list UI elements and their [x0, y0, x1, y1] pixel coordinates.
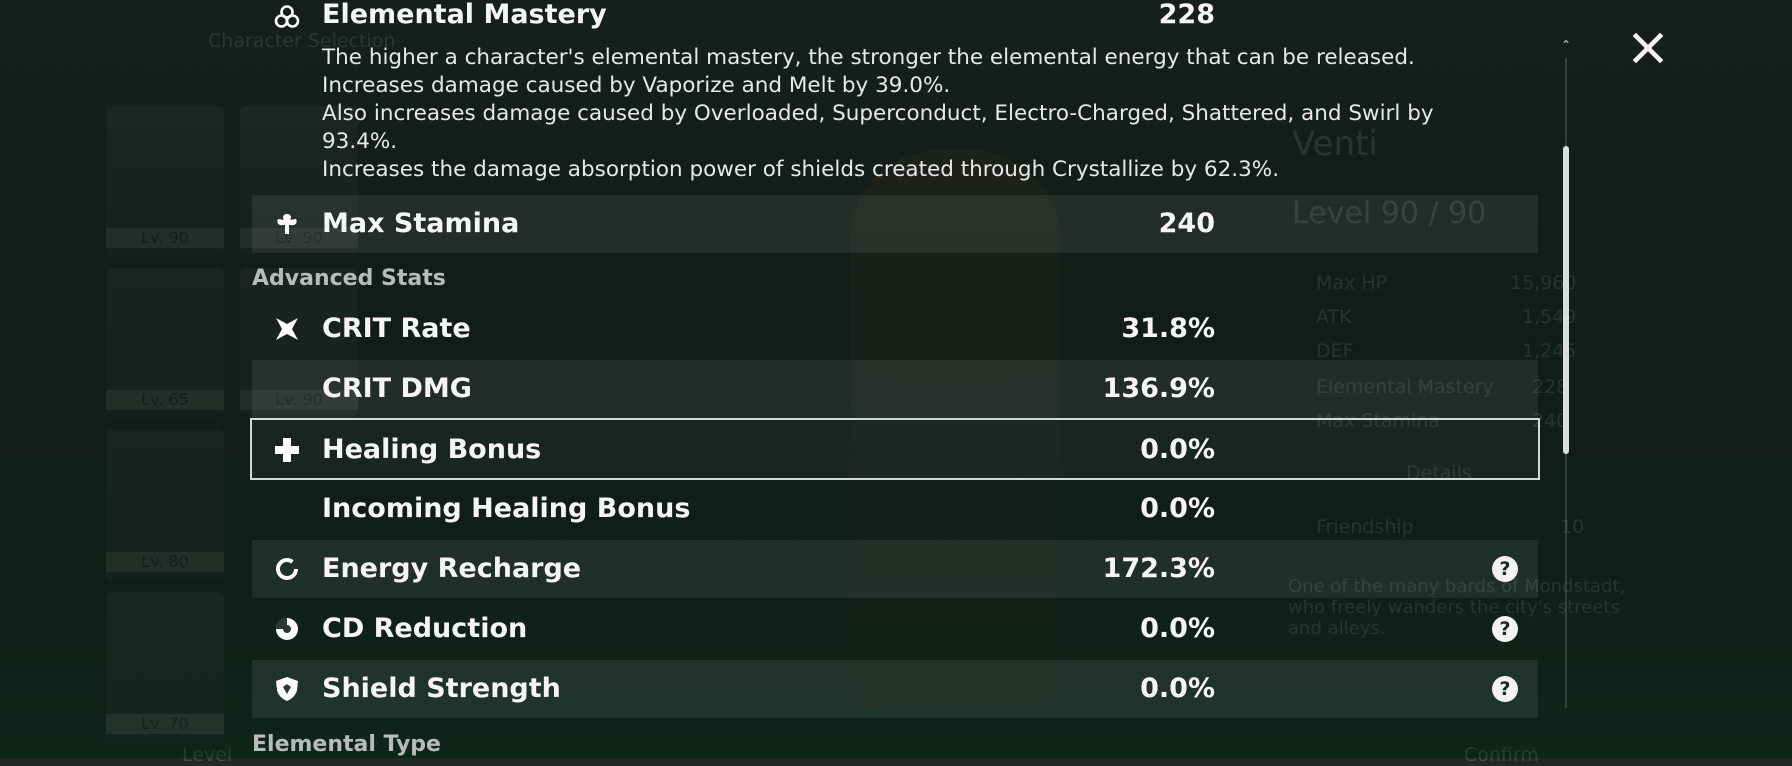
- stat-row-max-stamina[interactable]: Max Stamina 240: [252, 195, 1538, 253]
- stat-row-crit-rate[interactable]: CRIT Rate 31.8%: [252, 300, 1538, 358]
- elemental-mastery-description: The higher a character's elemental maste…: [322, 44, 1512, 184]
- cd-reduction-icon: [272, 614, 302, 644]
- stat-label: CRIT Rate: [322, 313, 471, 344]
- stat-label: Energy Recharge: [322, 553, 582, 584]
- stat-value: 0.0%: [1140, 673, 1215, 704]
- scrollbar[interactable]: ⌃: [1561, 38, 1571, 708]
- stat-label: Healing Bonus: [322, 434, 542, 465]
- close-button[interactable]: [1626, 26, 1670, 70]
- stat-value: 0.0%: [1140, 434, 1215, 465]
- help-button[interactable]: ?: [1492, 556, 1518, 582]
- stat-value: 240: [1158, 208, 1215, 239]
- stat-value: 136.9%: [1102, 373, 1215, 404]
- stat-label: Elemental Mastery: [322, 0, 607, 30]
- help-button[interactable]: ?: [1492, 616, 1518, 642]
- stat-value: 228: [1158, 0, 1215, 30]
- healing-cross-icon: [272, 435, 302, 465]
- stat-label: Shield Strength: [322, 673, 561, 704]
- stat-label: CD Reduction: [322, 613, 528, 644]
- help-button[interactable]: ?: [1492, 676, 1518, 702]
- description-line: Increases damage caused by Vaporize and …: [322, 73, 951, 98]
- description-line: The higher a character's elemental maste…: [322, 45, 1415, 70]
- stat-value: 172.3%: [1102, 553, 1215, 584]
- stat-label: CRIT DMG: [322, 373, 472, 404]
- shield-icon: [272, 674, 302, 704]
- stat-value: 0.0%: [1140, 493, 1215, 524]
- stamina-icon: [272, 209, 302, 239]
- description-line: Increases the damage absorption power of…: [322, 157, 1280, 182]
- stat-row-incoming-healing-bonus[interactable]: Incoming Healing Bonus 0.0%: [252, 480, 1538, 538]
- stat-row-healing-bonus[interactable]: Healing Bonus 0.0%: [250, 418, 1540, 480]
- elemental-mastery-row[interactable]: Elemental Mastery 228 The higher a chara…: [252, 0, 1538, 190]
- stat-row-cd-reduction[interactable]: CD Reduction 0.0% ?: [252, 600, 1538, 658]
- energy-recharge-icon: [272, 554, 302, 584]
- stat-label: Max Stamina: [322, 208, 520, 239]
- advanced-stats-header: Advanced Stats: [252, 266, 446, 291]
- stat-value: 31.8%: [1121, 313, 1215, 344]
- elemental-mastery-icon: [272, 2, 302, 32]
- crit-rate-icon: [272, 314, 302, 344]
- stat-row-energy-recharge[interactable]: Energy Recharge 172.3% ?: [252, 540, 1538, 598]
- stat-row-shield-strength[interactable]: Shield Strength 0.0% ?: [252, 660, 1538, 718]
- stat-row-crit-dmg[interactable]: CRIT DMG 136.9%: [252, 360, 1538, 418]
- scroll-thumb[interactable]: [1563, 146, 1569, 454]
- scroll-up-icon[interactable]: ⌃: [1559, 38, 1573, 52]
- description-line: Also increases damage caused by Overload…: [322, 101, 1434, 154]
- stat-label: Incoming Healing Bonus: [322, 493, 691, 524]
- elemental-type-header: Elemental Type: [252, 732, 441, 757]
- attribute-details-panel: Elemental Mastery 228 The higher a chara…: [0, 0, 1792, 758]
- stat-value: 0.0%: [1140, 613, 1215, 644]
- close-icon: [1631, 31, 1665, 65]
